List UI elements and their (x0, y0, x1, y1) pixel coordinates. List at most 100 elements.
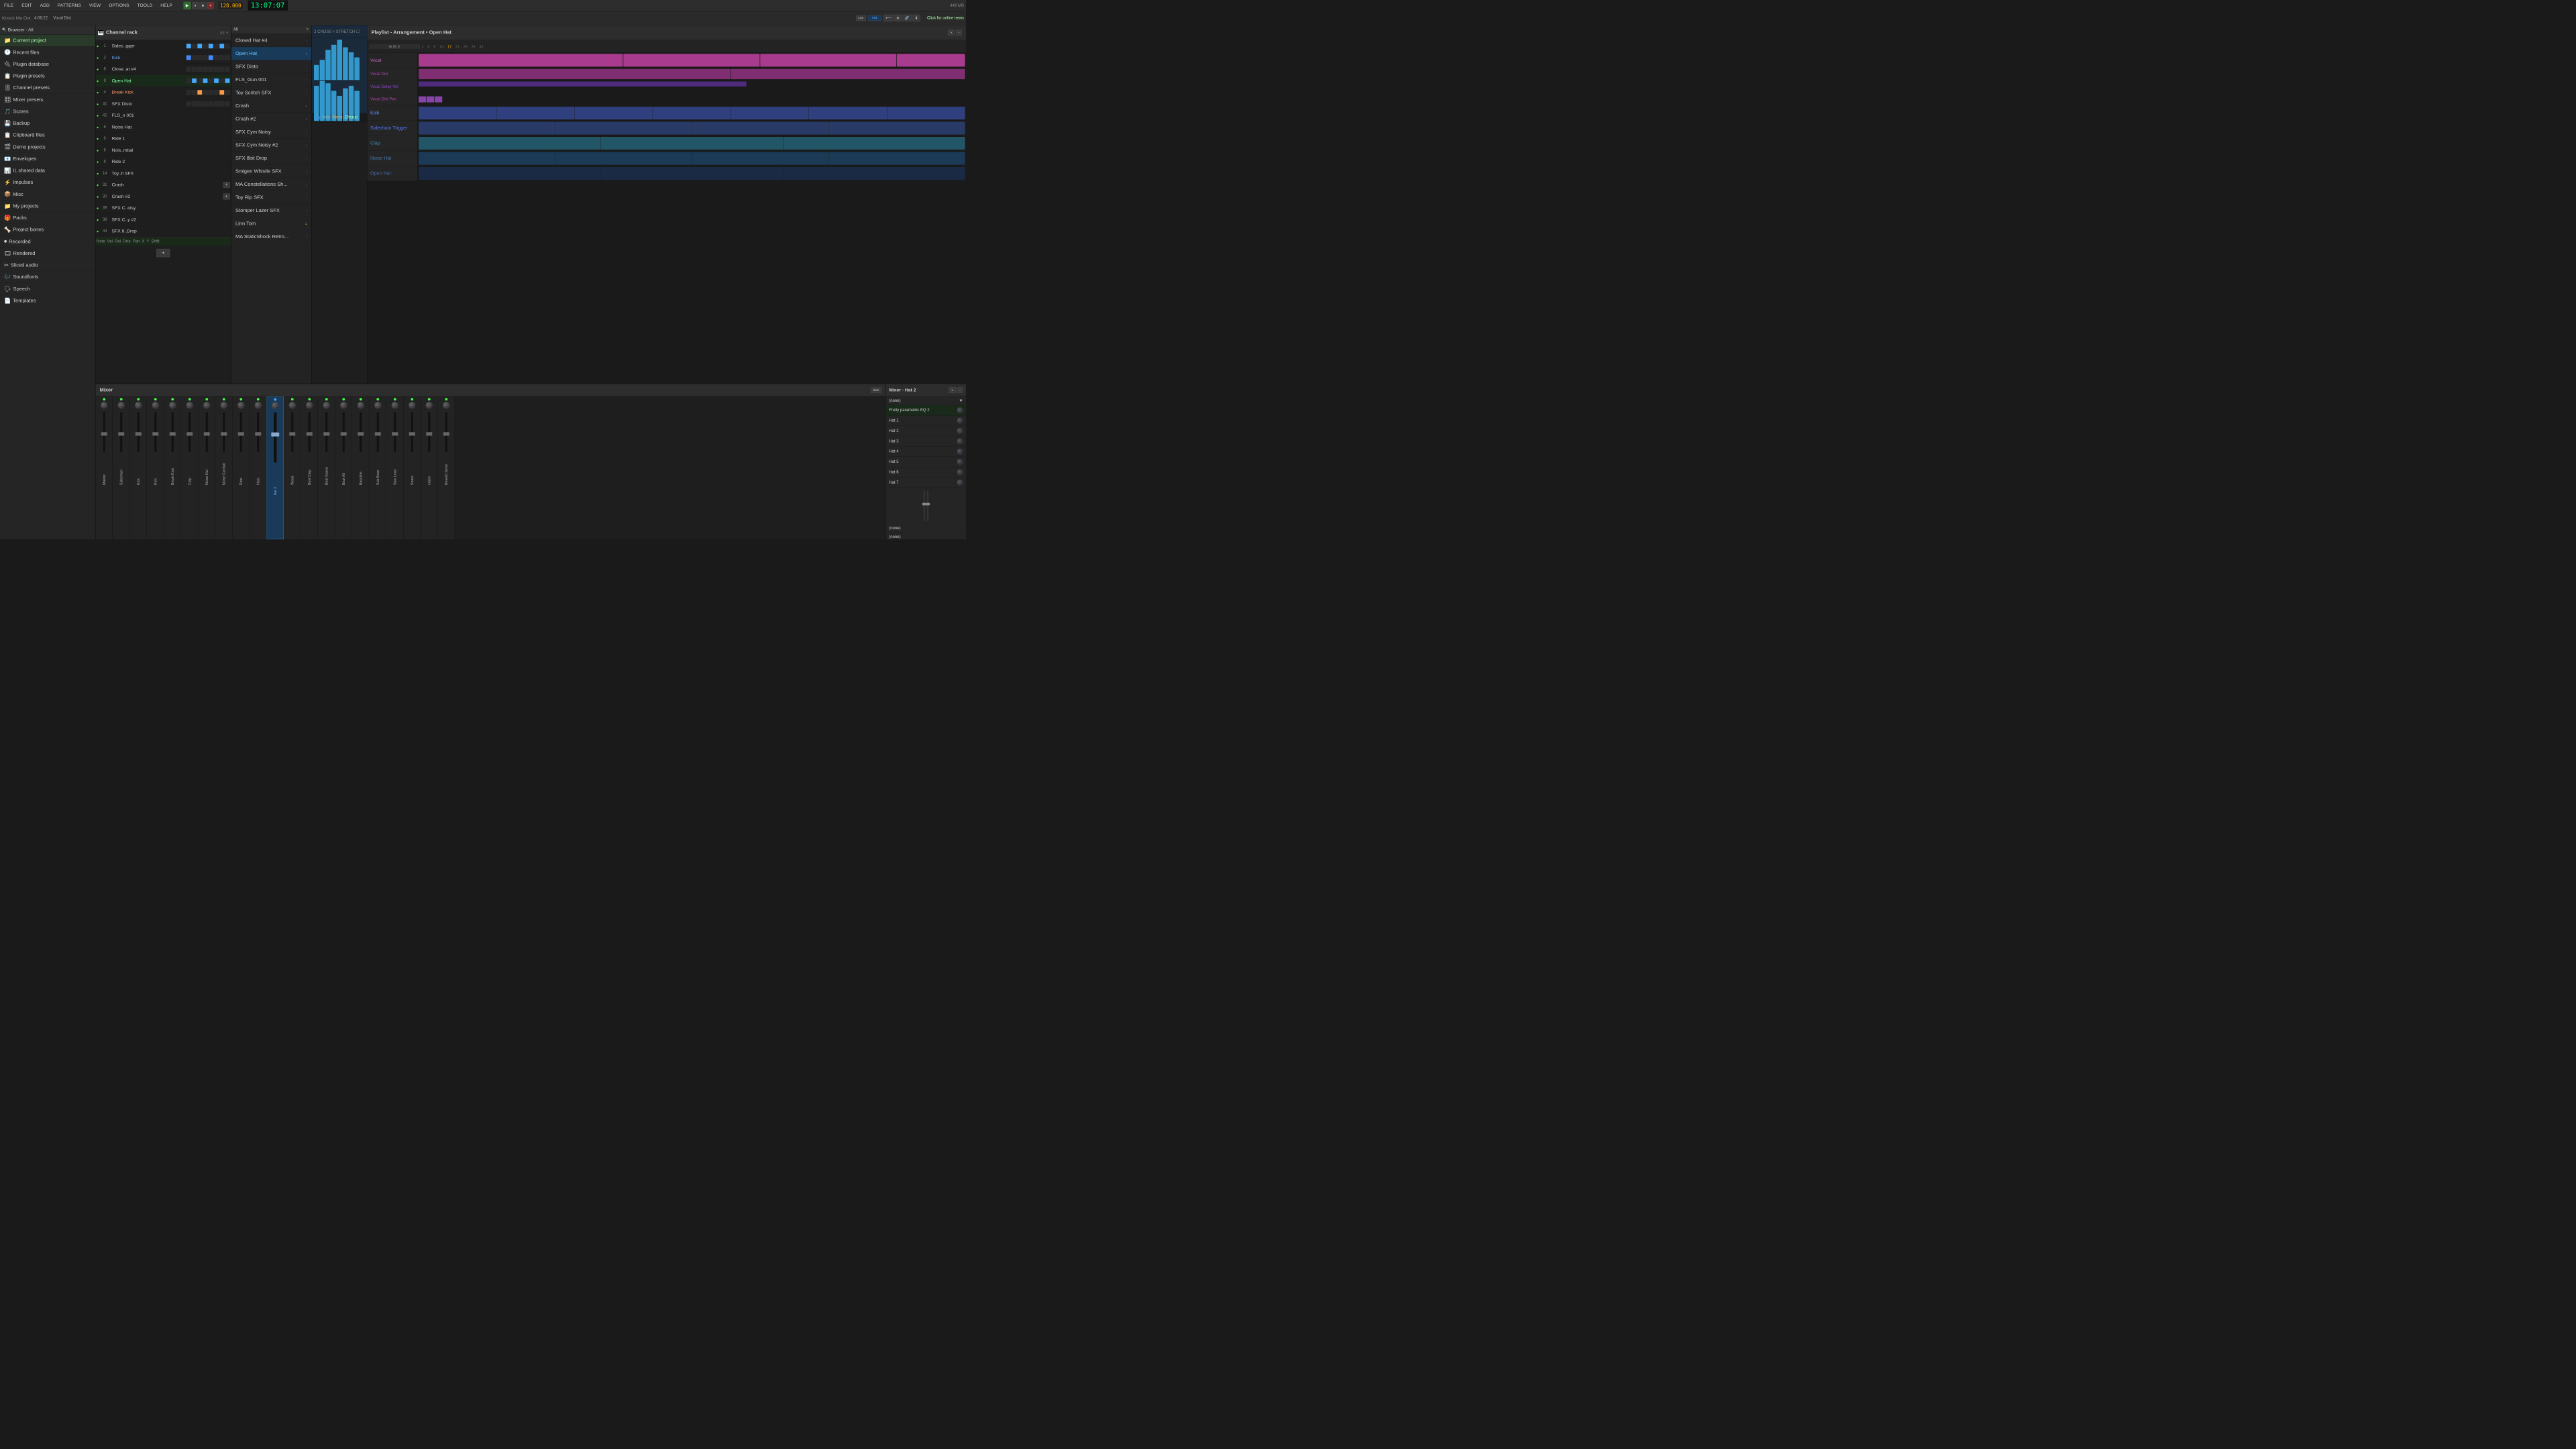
mixer-fader-track-hats[interactable] (257, 412, 259, 452)
mixer-fader-track-bassline[interactable] (360, 412, 362, 452)
pad[interactable] (203, 55, 208, 60)
mixer-knob-snare[interactable] (409, 402, 416, 409)
mixer-led-clap[interactable] (189, 398, 191, 400)
mixer-fader-handle-hats[interactable] (255, 432, 261, 435)
noise-hat-block-1[interactable] (419, 152, 555, 165)
kick-block-5[interactable] (731, 107, 809, 119)
eq-item-hat5[interactable]: Hat 5 (886, 457, 966, 467)
list-item-sfx-cym-noisy[interactable]: SFX Cym Noisy ↑ (231, 125, 311, 139)
mixer-fader-handle-master[interactable] (101, 432, 107, 435)
list-item-open-hat[interactable]: Open Hat ↑ (231, 47, 311, 60)
list-item-fls-gun[interactable]: FLS_Gun 001 ↑ (231, 73, 311, 87)
right-fader-handle-2[interactable] (926, 503, 930, 506)
mixer-fader-handle-bassline[interactable] (358, 432, 364, 435)
sidebar-item-demo[interactable]: 🎬 Demo projects (0, 141, 95, 153)
eq-item-fruity[interactable]: Fruity parametric EQ 2 (886, 405, 966, 415)
pad[interactable] (219, 101, 225, 107)
clap-block-2[interactable] (601, 137, 783, 150)
mixer-knob-hat2[interactable] (272, 402, 279, 409)
sidebar-item-rendered[interactable]: 🎞 Rendered (0, 248, 95, 260)
track-content-noise-hat[interactable] (418, 151, 967, 166)
toolbar-icon-4[interactable]: ⬇ (912, 15, 920, 21)
toolbar-icon-2[interactable]: ⊕ (894, 15, 902, 21)
mixer-knob-beat-space[interactable] (323, 402, 330, 409)
sidebar-item-channel-presets[interactable]: 🎚 Channel presets (0, 82, 95, 94)
list-item-linn-tom[interactable]: Linn Tom = (231, 217, 311, 231)
mixer-knob-noise-cymbal[interactable] (220, 402, 227, 409)
eq-item-hat6[interactable]: Hat 6 (886, 467, 966, 477)
sidebar-item-plugin-presets[interactable]: 📋 Plugin presets (0, 70, 95, 83)
mixer-led-wood[interactable] (291, 398, 294, 400)
channel-led-6[interactable]: ● (97, 102, 99, 106)
mixer-led-snare[interactable] (411, 398, 413, 400)
menu-add[interactable]: ADD (38, 2, 52, 9)
channel-led-11[interactable]: ● (97, 160, 99, 164)
mixer-fader-handle-break-kick[interactable] (170, 432, 176, 435)
sidechain-block-2[interactable] (555, 122, 692, 135)
kick-block-2[interactable] (496, 107, 574, 119)
right-panel-min[interactable]: − (957, 387, 963, 393)
eq-knob-hat4[interactable] (957, 449, 963, 455)
mixer-led-noise-hat[interactable] (205, 398, 208, 400)
pad[interactable] (186, 78, 192, 83)
crash-add-button[interactable]: + (223, 182, 229, 188)
pad[interactable] (192, 55, 197, 60)
mixer-fader-handle-sidechain[interactable] (118, 432, 124, 435)
pad[interactable] (214, 90, 219, 95)
mixer-fader-handle-snare[interactable] (409, 432, 415, 435)
mixer-fader-track-clap[interactable] (189, 412, 191, 452)
pad[interactable] (209, 78, 214, 83)
mixer-led-sub-bass[interactable] (376, 398, 379, 400)
right-fader-track-1[interactable] (924, 491, 925, 521)
sidebar-item-recorded[interactable]: ⏺ Recorded (0, 235, 95, 248)
mixer-fader-track-kick2[interactable] (154, 412, 156, 452)
sidebar-item-soundfonts[interactable]: 🎶 Soundfonts (0, 271, 95, 283)
track-content-sidechain[interactable] (418, 121, 967, 136)
vocal-block-1[interactable] (419, 54, 623, 66)
mixer-fader-handle-crash[interactable] (426, 432, 432, 435)
pad[interactable] (197, 66, 203, 72)
sidebar-item-scores[interactable]: 🎵 Scores (0, 106, 95, 118)
eq-knob-hat3[interactable] (957, 438, 963, 444)
track-content-open-hat[interactable] (418, 166, 967, 181)
sidebar-item-current-project[interactable]: 📁 Current project (0, 35, 95, 47)
sidebar-item-project-bones[interactable]: 🦴 Project bones (0, 224, 95, 236)
pad[interactable] (219, 78, 225, 83)
mixer-knob-best-clap[interactable] (306, 402, 313, 409)
pad[interactable] (214, 78, 219, 83)
mixer-knob-beat-all[interactable] (340, 402, 347, 409)
kick-block-7[interactable] (887, 107, 965, 119)
mixer-led-noise-cymbal[interactable] (223, 398, 225, 400)
toolbar-icon-1[interactable]: ⟵ (883, 15, 893, 21)
bpm-display[interactable]: 128.000 (218, 1, 244, 10)
noise-hat-block-3[interactable] (692, 152, 828, 165)
eq-item-hat1[interactable]: Hat 1 (886, 416, 966, 426)
pad[interactable] (203, 90, 208, 95)
mixer-knob-ride[interactable] (237, 402, 245, 409)
pad[interactable] (192, 66, 197, 72)
mixer-fader-track-reverb[interactable] (445, 412, 447, 452)
sidebar-item-sliced-audio[interactable]: ✂ Sliced audio (0, 260, 95, 272)
list-item-sfx-8bit[interactable]: SFX 8bit Drop ↑ (231, 152, 311, 165)
pad[interactable] (209, 101, 214, 107)
mixer-fader-track-noise-hat[interactable] (206, 412, 208, 452)
mixer-led-saw-lead[interactable] (394, 398, 396, 400)
mixer-knob-break-kick[interactable] (169, 402, 176, 409)
menu-file[interactable]: FILE (2, 2, 15, 9)
clap-block-1[interactable] (419, 137, 600, 150)
eq-knob-hat6[interactable] (957, 469, 963, 475)
pad[interactable] (186, 90, 192, 95)
menu-view[interactable]: VIEW (87, 2, 103, 9)
kick-block-4[interactable] (653, 107, 731, 119)
pad[interactable] (192, 90, 197, 95)
eq-knob-hat5[interactable] (957, 459, 963, 465)
mixer-knob-master[interactable] (101, 402, 108, 409)
pad[interactable] (186, 101, 192, 107)
add-channel-button[interactable]: + (96, 246, 231, 260)
vocal-block-4[interactable] (897, 54, 965, 66)
pad[interactable] (186, 66, 192, 72)
sidechain-block-4[interactable] (828, 122, 965, 135)
mixer-fader-track-crash[interactable] (428, 412, 430, 452)
mixer-led-kick1[interactable] (137, 398, 140, 400)
sidebar-item-impulses[interactable]: ⚡ Impulses (0, 176, 95, 189)
